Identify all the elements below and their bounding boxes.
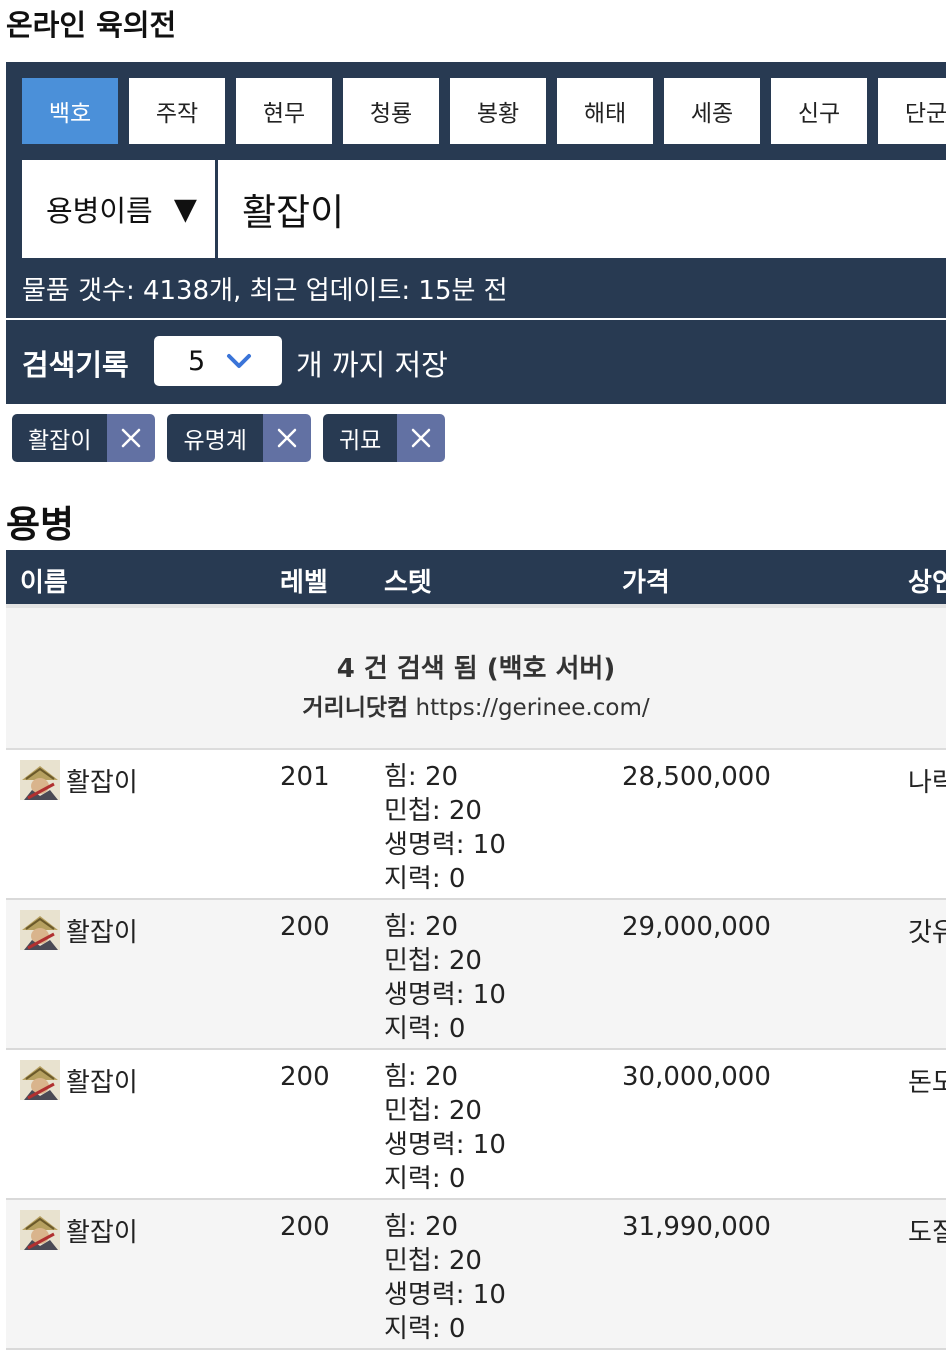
app-title: 온라인 육의전 (6, 8, 177, 42)
tab-haetae[interactable]: 해태 (557, 78, 653, 144)
history-chip: 유명계 (167, 414, 311, 462)
stat-int: 지력: 0 (384, 1014, 466, 1044)
mercenary-level: 201 (280, 762, 330, 792)
tab-singu[interactable]: 신구 (771, 78, 867, 144)
mercenary-stats: 힘: 20 민첩: 20 생명력: 10 지력: 0 (384, 910, 506, 1046)
stat-str: 힘: 20 (384, 762, 459, 792)
mercenary-price: 28,500,000 (622, 762, 771, 792)
mercenary-name: 활잡이 (66, 1218, 138, 1248)
results-table: 이름 레벨 스텟 가격 상인 4 건 검색 됨 (백호 서버) 거리니닷컴 ht… (6, 550, 946, 1350)
mercenary-name: 활잡이 (66, 918, 138, 948)
mercenary-name: 활잡이 (66, 768, 138, 798)
tab-dangun[interactable]: 단군 (878, 78, 946, 144)
chevron-down-icon (227, 354, 251, 368)
stat-hp: 생명력: 10 (384, 830, 506, 860)
mercenary-name: 활잡이 (66, 1068, 138, 1098)
stat-dex: 민첩: 20 (384, 796, 482, 826)
stat-str: 힘: 20 (384, 912, 459, 942)
mercenary-stats: 힘: 20 민첩: 20 생명력: 10 지력: 0 (384, 1210, 506, 1346)
stat-int: 지력: 0 (384, 1164, 466, 1194)
tab-bonghwang[interactable]: 봉황 (450, 78, 546, 144)
section-title: 용병 (6, 503, 75, 546)
search-history-bar: 검색기록 5 개 까지 저장 (6, 320, 946, 404)
mercenary-price: 31,990,000 (622, 1212, 771, 1242)
history-limit-value: 5 (188, 345, 206, 377)
table-row[interactable]: 활잡이 201 힘: 20 민첩: 20 생명력: 10 지력: 0 28,50… (6, 750, 946, 900)
stat-dex: 민첩: 20 (384, 1246, 482, 1276)
stat-hp: 생명력: 10 (384, 1130, 506, 1160)
site-credit: 거리니닷컴 https://gerinee.com/ (6, 688, 946, 722)
table-row[interactable]: 활잡이 200 힘: 20 민첩: 20 생명력: 10 지력: 0 31,99… (6, 1200, 946, 1350)
history-limit-suffix: 개 까지 저장 (296, 348, 448, 382)
history-chips: 활잡이 유명계 귀묘 (12, 414, 446, 462)
header-price[interactable]: 가격 (622, 562, 670, 599)
search-history-title: 검색기록 (22, 348, 129, 382)
header-stats[interactable]: 스텟 (384, 562, 432, 599)
mercenary-portrait-icon (20, 910, 60, 950)
merchant-name: 돈도 (908, 1068, 946, 1098)
history-chip: 귀묘 (322, 414, 446, 462)
mercenary-portrait-icon (20, 760, 60, 800)
table-row[interactable]: 활잡이 200 힘: 20 민첩: 20 생명력: 10 지력: 0 29,00… (6, 900, 946, 1050)
site-url[interactable]: https://gerinee.com/ (416, 695, 650, 721)
dropdown-arrow-icon: ▼ (173, 191, 197, 227)
close-icon[interactable] (397, 414, 446, 462)
search-panel: 백호 주작 현무 청룡 봉황 해태 세종 신구 단군 용병이름 ▼ 물품 갯수:… (6, 62, 946, 318)
stat-int: 지력: 0 (384, 1314, 466, 1344)
stat-int: 지력: 0 (384, 864, 466, 894)
mercenary-portrait-icon (20, 1060, 60, 1100)
close-icon[interactable] (107, 414, 156, 462)
search-type-label: 용병이름 (46, 194, 153, 228)
history-limit-select[interactable]: 5 (154, 336, 282, 386)
merchant-name: 나락 (908, 768, 946, 798)
stat-str: 힘: 20 (384, 1212, 459, 1242)
mercenary-level: 200 (280, 1062, 330, 1092)
table-row[interactable]: 활잡이 200 힘: 20 민첩: 20 생명력: 10 지력: 0 30,00… (6, 1050, 946, 1200)
search-row: 용병이름 ▼ (22, 160, 946, 258)
site-name: 거리니닷컴 (302, 695, 409, 721)
stat-dex: 민첩: 20 (384, 946, 482, 976)
history-chip-label[interactable]: 귀묘 (322, 414, 398, 462)
table-header: 이름 레벨 스텟 가격 상인 (6, 550, 946, 604)
tab-cheongryong[interactable]: 청룡 (343, 78, 439, 144)
mercenary-level: 200 (280, 912, 330, 942)
mercenary-stats: 힘: 20 민첩: 20 생명력: 10 지력: 0 (384, 760, 506, 896)
search-input[interactable] (218, 160, 946, 258)
results-summary: 4 건 검색 됨 (백호 서버) 거리니닷컴 https://gerinee.c… (6, 604, 946, 750)
mercenary-price: 30,000,000 (622, 1062, 771, 1092)
item-count-status: 물품 갯수: 4138개, 최근 업데이트: 15분 전 (22, 276, 508, 306)
history-chip-label[interactable]: 유명계 (167, 414, 263, 462)
tab-baekho[interactable]: 백호 (22, 78, 118, 144)
stat-str: 힘: 20 (384, 1062, 459, 1092)
stat-dex: 민첩: 20 (384, 1096, 482, 1126)
mercenary-portrait-icon (20, 1210, 60, 1250)
header-shop[interactable]: 상인 (908, 562, 946, 599)
merchant-name: 도질 (908, 1218, 946, 1248)
mercenary-level: 200 (280, 1212, 330, 1242)
stat-hp: 생명력: 10 (384, 1280, 506, 1310)
history-chip-label[interactable]: 활잡이 (12, 414, 108, 462)
merchant-name: 갓유 (908, 918, 946, 948)
mercenary-price: 29,000,000 (622, 912, 771, 942)
header-name[interactable]: 이름 (20, 562, 68, 599)
close-icon[interactable] (262, 414, 311, 462)
history-chip: 활잡이 (12, 414, 156, 462)
tab-sejong[interactable]: 세종 (664, 78, 760, 144)
header-level[interactable]: 레벨 (280, 562, 328, 599)
server-tabs: 백호 주작 현무 청룡 봉황 해태 세종 신구 단군 (22, 78, 946, 144)
result-count-text: 4 건 검색 됨 (백호 서버) (336, 654, 616, 684)
search-type-select[interactable]: 용병이름 ▼ (22, 160, 218, 258)
stat-hp: 생명력: 10 (384, 980, 506, 1010)
mercenary-stats: 힘: 20 민첩: 20 생명력: 10 지력: 0 (384, 1060, 506, 1196)
tab-hyeonmu[interactable]: 현무 (236, 78, 332, 144)
tab-jujak[interactable]: 주작 (129, 78, 225, 144)
